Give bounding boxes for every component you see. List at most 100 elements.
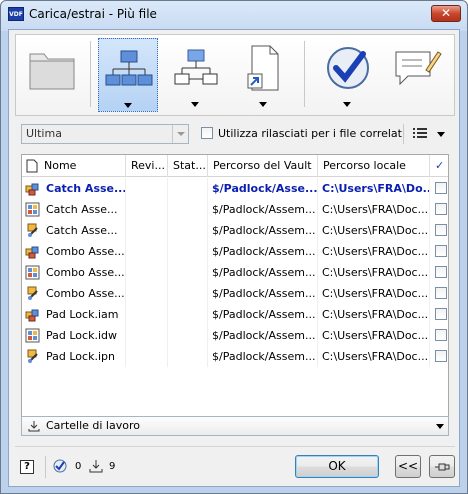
cell-name: Combo Asse...: [22, 241, 126, 262]
cell-name: Combo Asse...: [22, 283, 126, 304]
column-header-revision[interactable]: Revi...: [126, 155, 168, 177]
help-icon[interactable]: ?: [20, 460, 34, 474]
cell-name: Catch Asse...: [22, 178, 126, 199]
row-checkbox[interactable]: [435, 203, 447, 215]
cell-vault-path: $/Padlock/Assem...: [208, 241, 318, 262]
dialog-window: VDF Carica/estrai - Più file ✕ Ultima Ut…: [0, 0, 468, 494]
row-checkbox[interactable]: [435, 266, 447, 278]
download-icon: [89, 460, 103, 473]
table-row[interactable]: Catch Asse... $/Padlock/Assem... C:\Users\…: [22, 220, 448, 241]
table-row[interactable]: Catch Asse... $/Padlock/Asse... C:\Users\F…: [22, 178, 448, 199]
cell-status: [168, 346, 208, 367]
checkin-count: 0: [75, 461, 82, 472]
version-select-value: Ultima: [26, 127, 62, 140]
list-view-icon[interactable]: [413, 127, 427, 139]
cell-revision: [126, 178, 168, 199]
cell-vault-path: $/Padlock/Assem...: [208, 220, 318, 241]
cell-local-path: C:\Users\FRA\Doc...: [318, 325, 430, 346]
cell-local-path: C:\Users\FRA\Doc...: [318, 304, 430, 325]
cell-name: Catch Asse...: [22, 220, 126, 241]
chevron-down-icon: [172, 125, 188, 143]
cell-local-path: C:\Users\FRA\Do...: [318, 178, 430, 199]
pin-icon: [435, 463, 450, 471]
file-table: Nome Revi... Stat... Percorso del Vault …: [21, 154, 449, 426]
row-checkbox[interactable]: [435, 224, 447, 236]
structure-tree-icon: [105, 50, 153, 86]
column-header-vault-path[interactable]: Percorso del Vault: [208, 155, 318, 177]
check-in-button[interactable]: [318, 38, 378, 112]
row-checkbox[interactable]: [435, 287, 447, 299]
cell-vault-path: $/Padlock/Asse...: [208, 178, 318, 199]
folder-select[interactable]: Cartelle di lavoro: [21, 416, 449, 436]
cell-revision: [126, 346, 168, 367]
cell-name: Combo Asse...: [22, 262, 126, 283]
ok-button[interactable]: OK: [295, 455, 379, 478]
folder-button[interactable]: [22, 38, 82, 112]
use-released-label: Utilizza rilasciati per i file correlati: [218, 127, 406, 140]
structure-button[interactable]: [98, 38, 158, 112]
cell-vault-path: $/Padlock/Assem...: [208, 283, 318, 304]
structure-alt-button[interactable]: [166, 38, 226, 112]
row-checkbox[interactable]: [435, 308, 447, 320]
cell-vault-path: $/Padlock/Assem...: [208, 199, 318, 220]
row-checkbox[interactable]: [435, 245, 447, 257]
cell-status: [168, 241, 208, 262]
chevron-down-icon: [191, 102, 199, 107]
cell-revision: [126, 283, 168, 304]
cell-vault-path: $/Padlock/Assem...: [208, 262, 318, 283]
title-bar[interactable]: VDF Carica/estrai - Più file ✕: [1, 1, 467, 27]
row-checkbox[interactable]: [435, 182, 447, 194]
table-row[interactable]: Pad Lock.idw $/Padlock/Assem... C:\Users\F…: [22, 325, 448, 346]
download-icon: [28, 421, 40, 432]
cell-revision: [126, 199, 168, 220]
pin-button[interactable]: [429, 455, 455, 478]
table-row[interactable]: Combo Asse... $/Padlock/Assem... C:\Users\…: [22, 262, 448, 283]
chevron-down-icon[interactable]: [437, 132, 445, 137]
folder-icon: [29, 53, 75, 90]
cell-vault-path: $/Padlock/Assem...: [208, 304, 318, 325]
cell-local-path: C:\Users\FRA\Doc...: [318, 346, 430, 367]
download-count: 9: [109, 461, 116, 472]
cell-status: [168, 220, 208, 241]
table-row[interactable]: Pad Lock.iam $/Padlock/Assem... C:\Users\F…: [22, 304, 448, 325]
comment-button[interactable]: [386, 38, 446, 112]
cell-local-path: C:\Users\FRA\Doc...: [318, 199, 430, 220]
column-header-local-path[interactable]: Percorso locale: [318, 155, 430, 177]
status-separator: [15, 446, 455, 447]
cell-name: Pad Lock.idw: [22, 325, 126, 346]
toolbar: [15, 34, 455, 116]
cell-status: [168, 178, 208, 199]
table-header: Nome Revi... Stat... Percorso del Vault …: [22, 155, 448, 177]
version-select[interactable]: Ultima: [21, 124, 189, 144]
cell-name: Catch Asse...: [22, 199, 126, 220]
collapse-button[interactable]: <<: [395, 455, 421, 478]
cell-revision: [126, 304, 168, 325]
toolbar-separator: [90, 41, 91, 107]
table-row[interactable]: Pad Lock.ipn $/Padlock/Assem... C:\Users\F…: [22, 346, 448, 367]
column-header-status[interactable]: Stat...: [168, 155, 208, 177]
cell-local-path: C:\Users\FRA\Doc...: [318, 283, 430, 304]
comment-edit-icon: [395, 51, 442, 86]
close-button[interactable]: ✕: [431, 5, 461, 22]
column-header-name[interactable]: Nome: [22, 155, 126, 177]
cell-revision: [126, 325, 168, 346]
check-circle-icon: [327, 47, 369, 89]
options-separator: [403, 124, 404, 144]
table-row[interactable]: Combo Asse... $/Padlock/Assem... C:\Users\…: [22, 241, 448, 262]
check-circle-icon: [53, 459, 67, 473]
cell-vault-path: $/Padlock/Assem...: [208, 325, 318, 346]
table-row[interactable]: Catch Asse... $/Padlock/Assem... C:\Users\…: [22, 199, 448, 220]
column-header-check-icon[interactable]: ✓: [430, 155, 448, 177]
cell-status: [168, 325, 208, 346]
status-separator: [45, 456, 46, 478]
use-released-checkbox[interactable]: [201, 127, 213, 139]
cell-status: [168, 283, 208, 304]
row-checkbox[interactable]: [435, 350, 447, 362]
app-icon: VDF: [8, 7, 24, 21]
cell-local-path: C:\Users\FRA\Doc...: [318, 220, 430, 241]
document-shortcut-icon: [247, 45, 279, 91]
document-link-button[interactable]: [234, 38, 294, 112]
table-row[interactable]: Combo Asse... $/Padlock/Assem... C:\Users\…: [22, 283, 448, 304]
row-checkbox[interactable]: [435, 329, 447, 341]
folder-select-value: Cartelle di lavoro: [46, 419, 140, 432]
